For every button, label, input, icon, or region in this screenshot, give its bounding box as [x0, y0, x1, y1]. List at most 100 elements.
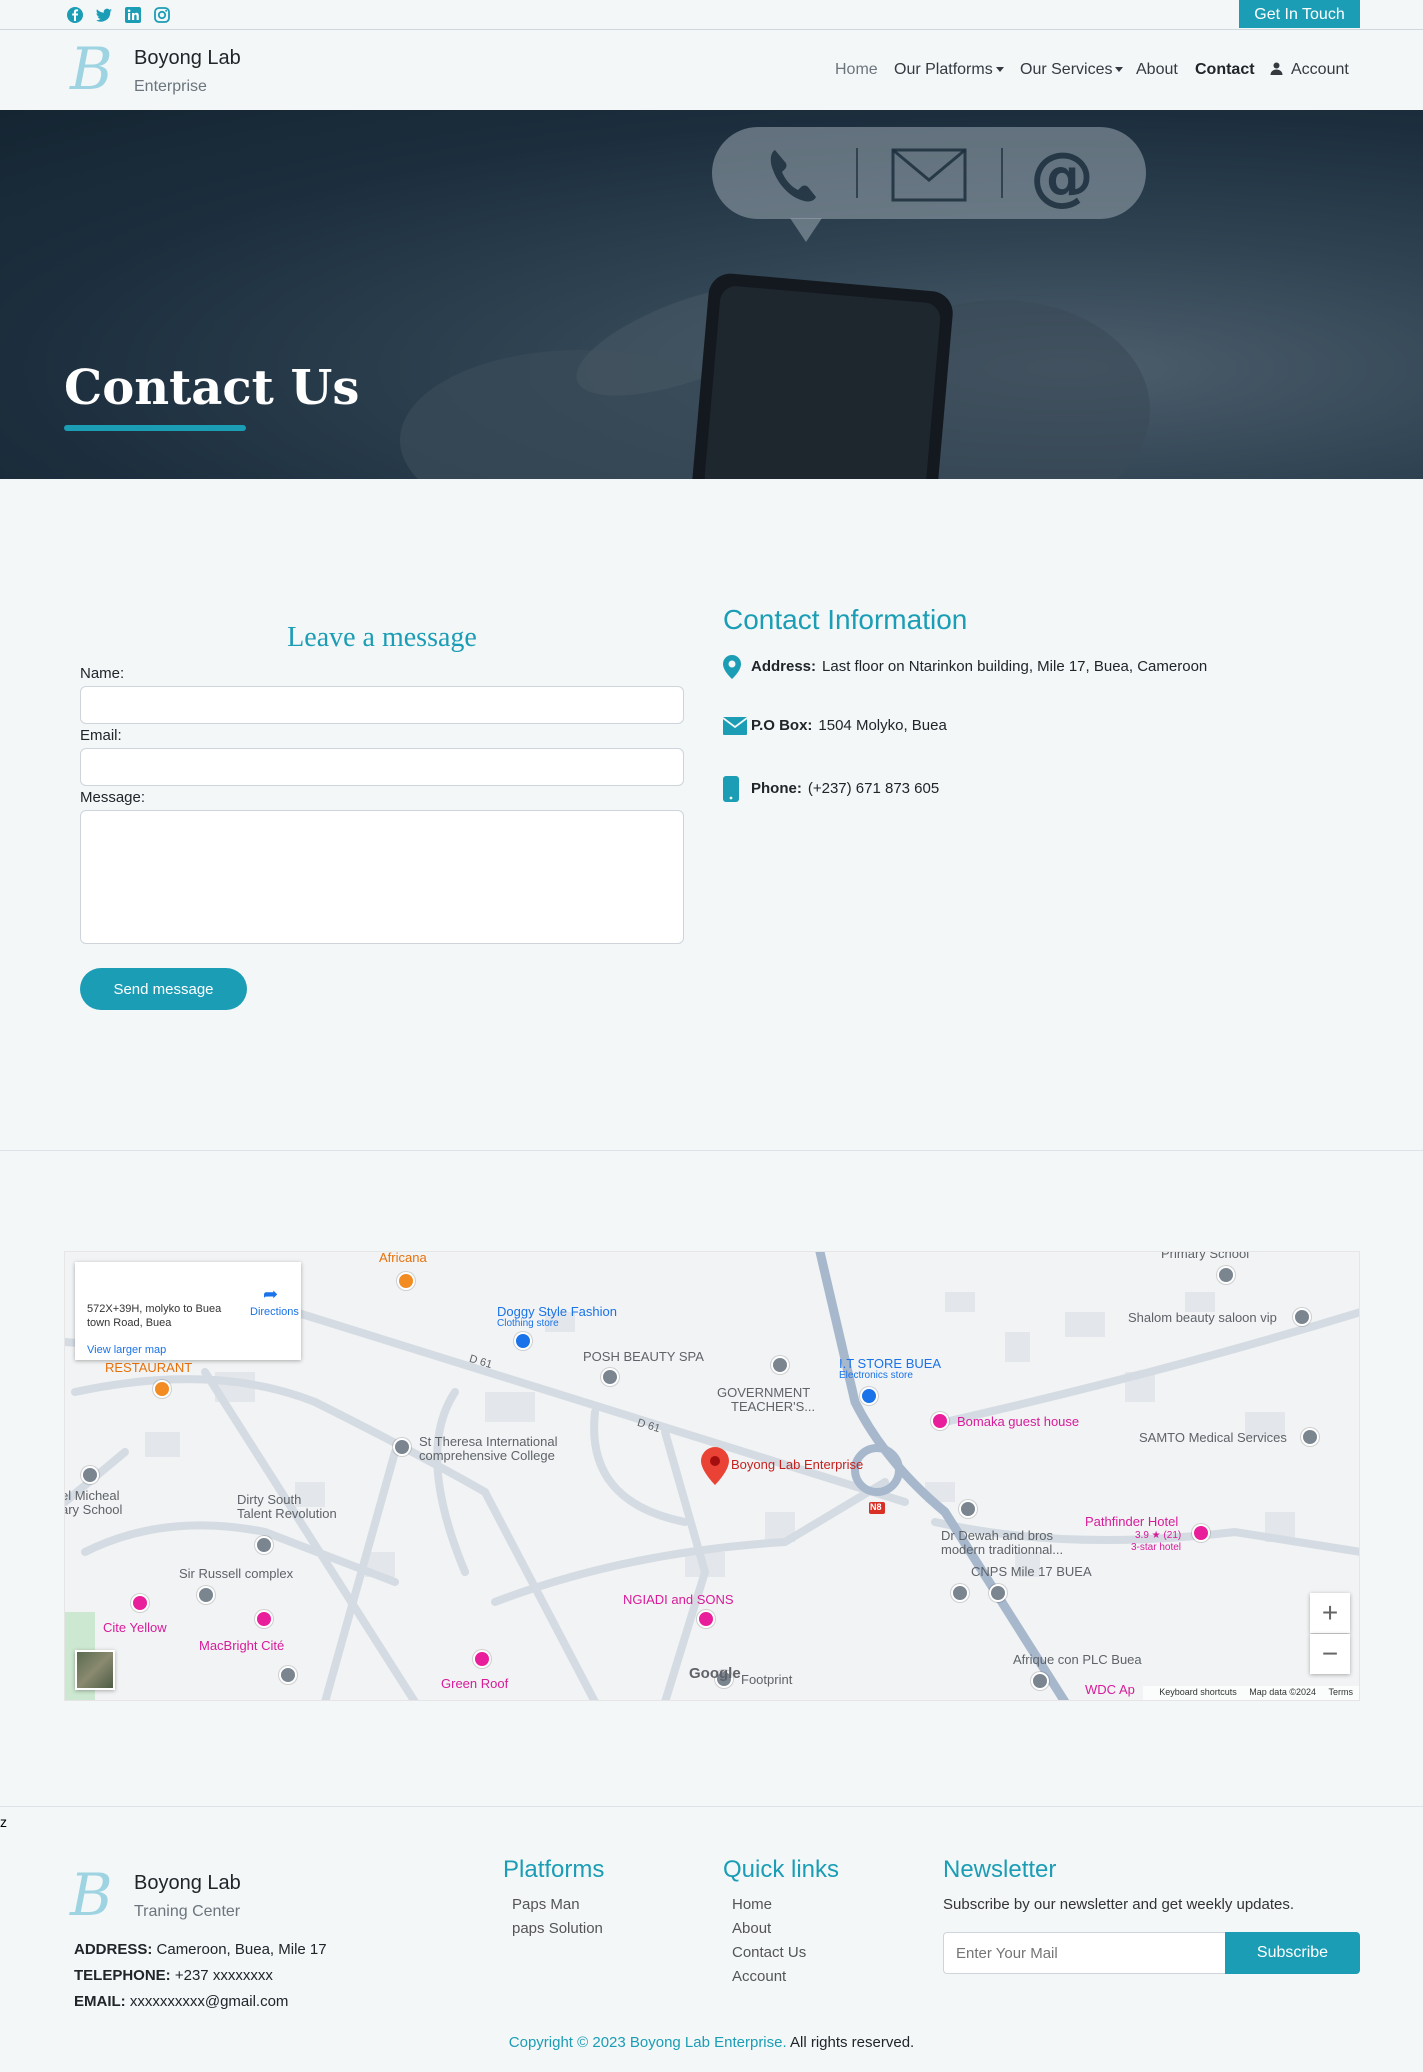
- svg-text:@: @: [1030, 140, 1094, 214]
- twitter-icon[interactable]: [95, 6, 113, 24]
- map-place-label: Shalom beauty saloon vip: [1128, 1310, 1277, 1325]
- footer-quicklink[interactable]: Contact Us: [732, 1944, 806, 1961]
- embedded-map[interactable]: Africana RESTAURANT Doggy Style Fashion …: [64, 1251, 1360, 1701]
- map-place-label: GOVERNMENT: [717, 1385, 811, 1400]
- name-label: Name:: [80, 665, 125, 682]
- footer-address-value: Cameroon, Buea, Mile 17: [156, 1941, 327, 1958]
- send-message-button[interactable]: Send message: [80, 968, 247, 1010]
- address-label: Address:: [751, 657, 817, 675]
- hotel-icon[interactable]: [697, 1610, 715, 1628]
- map-pin-icon[interactable]: [1293, 1308, 1311, 1326]
- terms-link[interactable]: Terms: [1329, 1687, 1354, 1697]
- footer-logo[interactable]: B: [70, 1866, 113, 1924]
- map-pin-icon[interactable]: [959, 1500, 977, 1518]
- hotel-icon[interactable]: [255, 1610, 273, 1628]
- zoom-in-button[interactable]: +: [1310, 1593, 1350, 1633]
- map-pin-icon[interactable]: [1301, 1428, 1319, 1446]
- school-icon[interactable]: [393, 1438, 411, 1456]
- map-place-label: POSH BEAUTY SPA: [583, 1349, 704, 1364]
- address-row: Address: Last floor on Ntarinkon building…: [723, 655, 1207, 679]
- hotel-icon[interactable]: [473, 1650, 491, 1668]
- map-place-label: el Micheal: [64, 1488, 120, 1503]
- footer-email-value: xxxxxxxxxx@gmail.com: [129, 1993, 289, 2010]
- footer-telephone: TELEPHONE: +237 xxxxxxxx: [74, 1967, 273, 1984]
- stray-text: z: [0, 1814, 7, 1830]
- pobox-value: 1504 Molyko, Buea: [818, 717, 947, 734]
- subscribe-button[interactable]: Subscribe: [1225, 1932, 1360, 1974]
- school-icon[interactable]: [1217, 1266, 1235, 1284]
- footer-quicklink[interactable]: Account: [732, 1968, 786, 1985]
- quick-links-heading: Quick links: [723, 1856, 840, 1883]
- name-field[interactable]: [80, 686, 684, 724]
- linkedin-icon[interactable]: [124, 6, 142, 24]
- phone-label: Phone:: [751, 779, 802, 797]
- location-marker-icon[interactable]: [701, 1447, 729, 1485]
- map-place-label: I.T STORE BUEA: [839, 1356, 942, 1371]
- hero-image: @: [400, 127, 1150, 479]
- bus-stop-icon[interactable]: [951, 1584, 969, 1602]
- nav-account[interactable]: Account: [1270, 61, 1349, 79]
- message-field[interactable]: [80, 810, 684, 944]
- map-place-label: Sir Russell complex: [179, 1566, 294, 1581]
- nav-our-platforms[interactable]: Our Platforms: [894, 61, 1004, 79]
- map-pin-icon[interactable]: [601, 1368, 619, 1386]
- view-larger-map-link[interactable]: View larger map: [87, 1344, 166, 1356]
- directions-icon[interactable]: ➦: [263, 1284, 278, 1305]
- map-place-label: WDC Ap: [1085, 1682, 1135, 1697]
- bank-icon[interactable]: [989, 1584, 1007, 1602]
- map-pin-icon: [723, 655, 751, 679]
- footer-email: EMAIL: xxxxxxxxxx@gmail.com: [74, 1993, 288, 2010]
- map-pin-icon[interactable]: [1031, 1672, 1049, 1690]
- footer-quicklink[interactable]: About: [732, 1920, 771, 1937]
- school-icon[interactable]: [771, 1356, 789, 1374]
- nav-contact[interactable]: Contact: [1195, 61, 1255, 79]
- footer-brand-subtitle: Traning Center: [134, 1903, 241, 1920]
- nav-our-services[interactable]: Our Services: [1020, 61, 1124, 79]
- footer-platform-link[interactable]: paps Solution: [512, 1920, 603, 1937]
- restaurant-icon[interactable]: [397, 1272, 415, 1290]
- mobile-phone-icon: [723, 776, 751, 802]
- newsletter-heading: Newsletter: [943, 1856, 1057, 1883]
- get-in-touch-button[interactable]: Get In Touch: [1239, 0, 1360, 28]
- hotel-icon[interactable]: [931, 1412, 949, 1430]
- footer-quicklink[interactable]: Home: [732, 1896, 772, 1913]
- map-place-label: ary School: [64, 1502, 123, 1517]
- hotel-icon[interactable]: [131, 1594, 149, 1612]
- restaurant-icon[interactable]: [153, 1380, 171, 1398]
- school-icon[interactable]: [81, 1466, 99, 1484]
- keyboard-shortcuts-link[interactable]: Keyboard shortcuts: [1159, 1687, 1237, 1697]
- newsletter-email-input[interactable]: [943, 1932, 1225, 1974]
- user-icon: [1270, 62, 1283, 75]
- top-bar: [0, 0, 1423, 30]
- zoom-out-button[interactable]: −: [1310, 1634, 1350, 1674]
- brand-logo[interactable]: B: [70, 40, 113, 98]
- map-place-label: Footprint: [741, 1672, 793, 1687]
- nav-home[interactable]: Home: [835, 61, 878, 79]
- map-place-label: Doggy Style Fashion: [497, 1304, 617, 1319]
- shopping-bag-icon[interactable]: [860, 1387, 878, 1405]
- map-place-sublabel: 3.9 ★ (21): [1135, 1530, 1182, 1541]
- phone-row: Phone: (+237) 671 873 605: [723, 776, 939, 802]
- map-place-label: modern traditionnal...: [941, 1542, 1064, 1557]
- nav-account-label: Account: [1291, 61, 1349, 78]
- footer-address-label: ADDRESS:: [74, 1941, 153, 1958]
- email-label: Email:: [80, 727, 122, 744]
- business-marker-label[interactable]: Boyong Lab Enterprise: [731, 1457, 863, 1472]
- map-place-label: Cite Yellow: [103, 1620, 167, 1635]
- map-place-label: NGIADI and SONS: [623, 1592, 734, 1607]
- map-pin-icon[interactable]: [279, 1666, 297, 1684]
- brand-title[interactable]: Boyong Lab: [134, 47, 241, 70]
- facebook-icon[interactable]: [66, 6, 84, 24]
- instagram-icon[interactable]: [153, 6, 171, 24]
- copyright-text: Copyright © 2023 Boyong Lab Enterprise.: [508, 2034, 787, 2051]
- shopping-bag-icon[interactable]: [514, 1332, 532, 1350]
- map-pin-icon[interactable]: [197, 1586, 215, 1604]
- satellite-toggle-button[interactable]: [75, 1650, 115, 1690]
- map-card-address: 572X+39H, molyko to Buea town Road, Buea: [87, 1303, 222, 1329]
- hotel-icon[interactable]: [1192, 1524, 1210, 1542]
- map-pin-icon[interactable]: [255, 1536, 273, 1554]
- email-field[interactable]: [80, 748, 684, 786]
- nav-about[interactable]: About: [1136, 61, 1178, 79]
- footer-platform-link[interactable]: Paps Man: [512, 1896, 580, 1913]
- directions-link[interactable]: Directions: [250, 1306, 299, 1318]
